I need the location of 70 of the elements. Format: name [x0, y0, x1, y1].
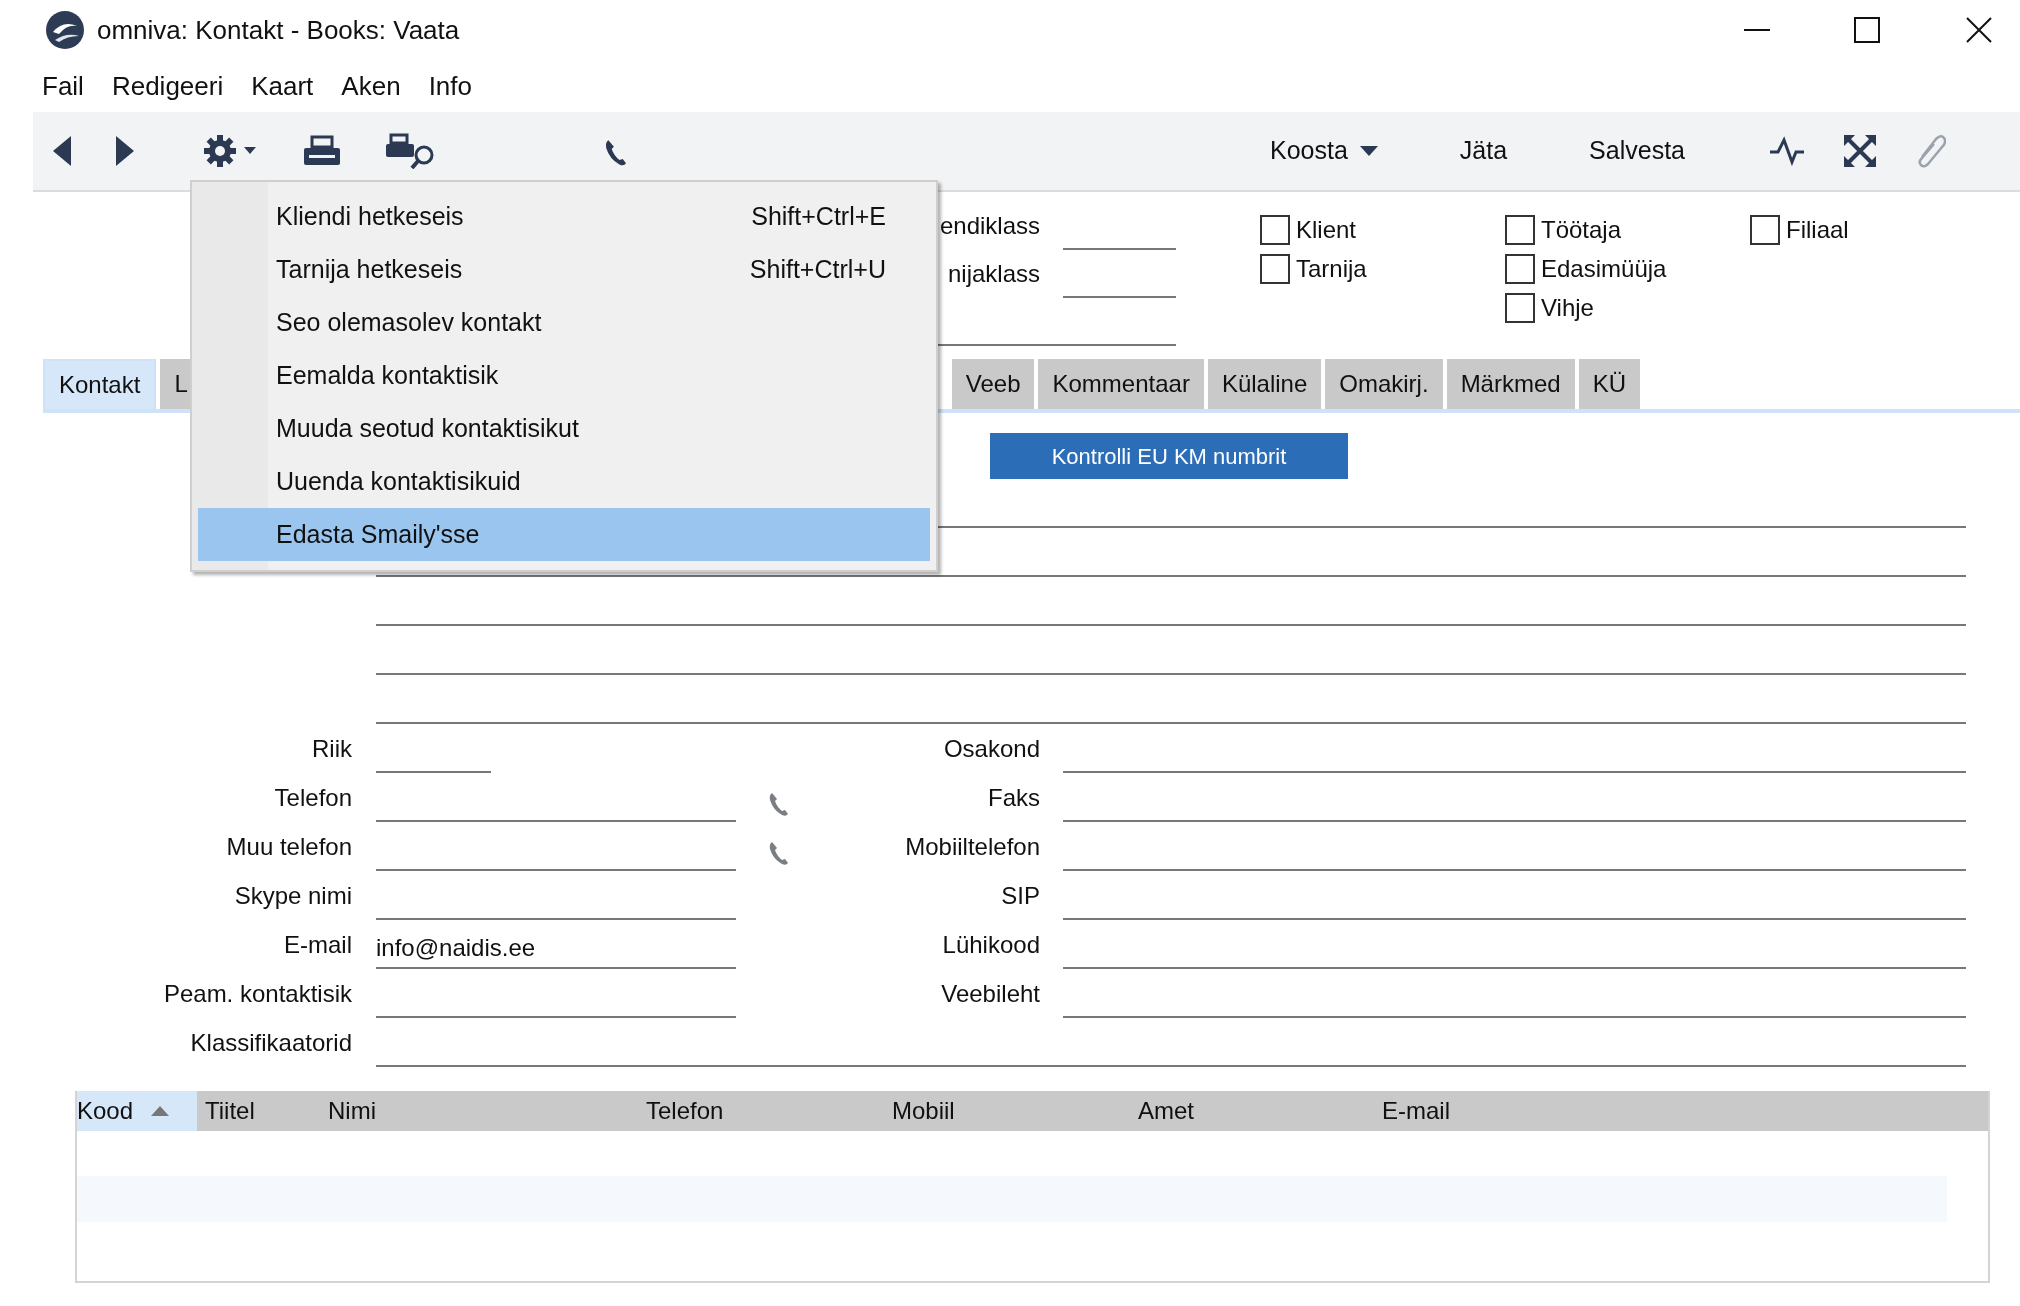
menu-item[interactable]: Edasta Smaily'sse	[198, 508, 930, 561]
app-logo-icon	[45, 10, 85, 50]
toolbar-button[interactable]: Salvesta	[1589, 132, 1685, 170]
field-label: endiklass	[938, 211, 1040, 241]
checkbox-label: Vihje	[1541, 292, 1594, 323]
checkbox-label: Tarnija	[1296, 253, 1367, 284]
printer-icon[interactable]	[303, 135, 341, 167]
column-header[interactable]: Telefon	[638, 1091, 884, 1131]
field-label: E-mail	[283, 930, 352, 960]
menu-item[interactable]: Aken	[341, 66, 415, 106]
tab[interactable]: Märkmed	[1446, 359, 1575, 409]
menu-item[interactable]: Info	[428, 66, 486, 106]
checkbox-label: Filiaal	[1786, 214, 1849, 245]
field-label: Telefon	[273, 783, 352, 813]
activity-icon[interactable]	[1770, 136, 1804, 166]
field-label: Peam. kontaktisik	[162, 979, 352, 1009]
checkbox[interactable]	[1505, 292, 1535, 323]
tab[interactable]: KÜ	[1578, 359, 1640, 409]
expand-icon[interactable]	[1844, 135, 1876, 167]
field-label: nijaklass	[946, 259, 1040, 289]
field-label: Lühikood	[941, 930, 1040, 960]
checkbox-label: Töötaja	[1541, 214, 1622, 245]
toolbar-button[interactable]: Koosta	[1270, 132, 1378, 170]
menu-item[interactable]: Tarnija hetkeseis Shift+Ctrl+U	[198, 243, 930, 296]
window-title: omniva: Kontakt - Books: Vaata	[97, 13, 460, 47]
menu-item[interactable]: Kliendi hetkeseis Shift+Ctrl+E	[198, 190, 930, 243]
checkbox[interactable]	[1505, 253, 1535, 284]
column-header[interactable]: Kood	[77, 1091, 197, 1131]
gear-menu-icon[interactable]	[202, 133, 258, 169]
tab[interactable]: Omakirj.	[1325, 359, 1443, 409]
check-vat-button[interactable]: Kontrolli EU KM numbrit	[990, 433, 1348, 479]
sort-arrow-icon	[151, 1106, 170, 1116]
field-label: Klassifikaatorid	[189, 1028, 352, 1058]
checkbox-label: Klient	[1296, 214, 1357, 245]
tab[interactable]: Külaline	[1207, 359, 1322, 409]
checkbox[interactable]	[1750, 214, 1780, 245]
toolbar-button[interactable]: Jäta	[1459, 132, 1508, 170]
menu-item[interactable]: Seo olemasolev kontakt	[198, 296, 930, 349]
close-icon[interactable]	[1966, 17, 1992, 43]
maximize-icon[interactable]	[1854, 17, 1880, 43]
field-label: Skype nimi	[233, 881, 352, 911]
tab[interactable]: Veeb	[951, 359, 1035, 409]
caret-icon	[1359, 146, 1378, 156]
field-label: Mobiiltelefon	[904, 832, 1040, 862]
column-header[interactable]: Mobiil	[884, 1091, 1130, 1131]
column-header[interactable]: E-mail	[1374, 1091, 1674, 1131]
menu-item[interactable]: Fail	[42, 66, 98, 106]
field-label: Veebileht	[940, 979, 1040, 1009]
checkbox-label: Edasimüüja	[1541, 253, 1667, 284]
column-header[interactable]: Amet	[1130, 1091, 1374, 1131]
checkbox[interactable]	[1505, 214, 1535, 245]
field-label: Riik	[311, 734, 352, 764]
field-label: Faks	[987, 783, 1040, 813]
input-field[interactable]: info@naidis.ee	[376, 929, 736, 969]
field-label: Osakond	[942, 734, 1040, 764]
checkbox[interactable]	[1260, 253, 1290, 284]
forward-icon[interactable]	[116, 136, 134, 166]
tab[interactable]: Kommentaar	[1038, 359, 1204, 409]
checkbox[interactable]	[1260, 214, 1290, 245]
field-label: SIP	[1000, 881, 1040, 911]
paperclip-icon[interactable]	[1916, 133, 1946, 169]
tab[interactable]: Kontakt	[43, 359, 157, 409]
column-header[interactable]: Tiitel	[197, 1091, 320, 1131]
menu-item[interactable]: Kaart	[251, 66, 328, 106]
menu-item[interactable]: Redigeeri	[111, 66, 238, 106]
back-icon[interactable]	[53, 136, 71, 166]
column-header[interactable]: Nimi	[320, 1091, 638, 1131]
print-preview-icon[interactable]	[386, 133, 436, 169]
menu-item[interactable]: Uuenda kontaktisikuid	[198, 455, 930, 508]
field-label: Muu telefon	[225, 832, 352, 862]
